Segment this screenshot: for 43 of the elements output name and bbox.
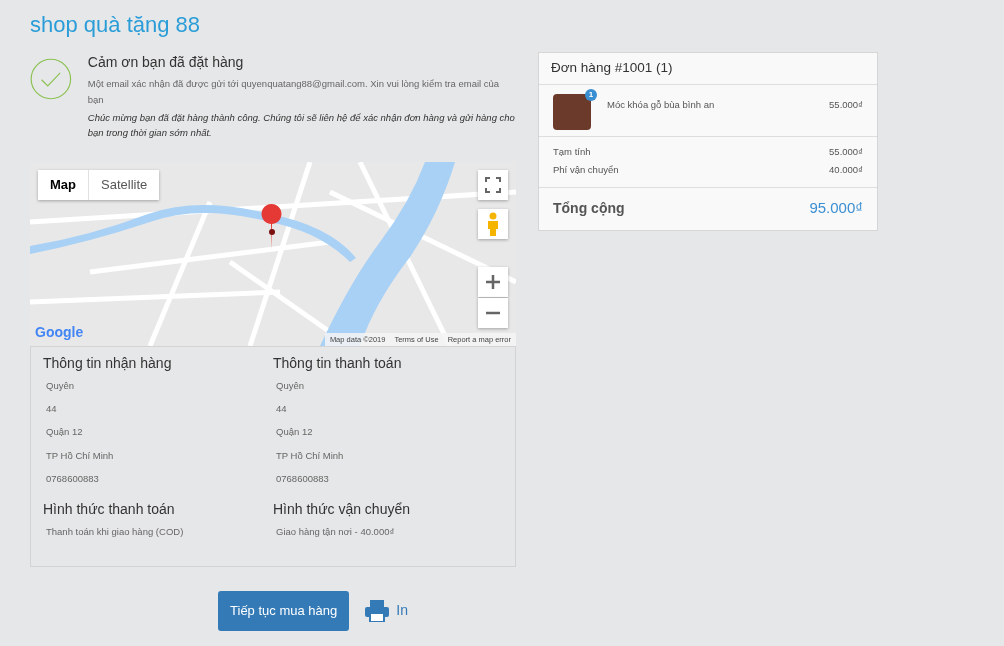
- order-title: Đơn hàng #1001 (1): [539, 53, 877, 85]
- info-text: 0768600883: [45, 471, 100, 486]
- section-heading: Hình thức thanh toán: [43, 501, 176, 518]
- email-confirmation-text: Một email xác nhận đã được gửi tới quyenquatang88@gmail.com. Xin vui lòng kiểm tra email của bạn: [87, 77, 501, 107]
- info-text: Giao hàng tận nơi - 40.000₫: [275, 525, 396, 539]
- info-text: Quyên: [275, 378, 305, 393]
- total-label: Tổng cộng: [553, 198, 625, 218]
- info-text: Quận 12: [45, 425, 84, 440]
- map-type-tab[interactable]: Satellite: [88, 170, 160, 200]
- total-value: 95.000₫: [809, 198, 863, 219]
- section-heading: Thông tin thanh toán: [273, 355, 403, 372]
- zoom-out-button[interactable]: [478, 298, 508, 329]
- info-text: 0768600883: [275, 471, 330, 486]
- info-text: 44: [275, 402, 288, 417]
- product-photo-placeholder: [553, 93, 591, 130]
- plus-icon: [486, 275, 500, 290]
- print-link[interactable]: In: [365, 600, 408, 622]
- subtotal-value: 55.000₫: [829, 144, 863, 159]
- info-text: Thanh toán khi giao hàng (COD): [45, 525, 185, 539]
- product-name: Móc khóa gỗ bùa bình an: [607, 97, 716, 112]
- fullscreen-icon: [485, 177, 501, 194]
- printer-icon: [365, 600, 390, 622]
- map-provider-logo: Google: [35, 323, 84, 343]
- info-text: TP Hồ Chí Minh: [45, 448, 115, 463]
- info-text: Quyên: [45, 378, 75, 393]
- shop-title: shop quà tặng 88: [30, 12, 202, 39]
- section-heading: Thông tin nhận hàng: [43, 355, 173, 372]
- info-text: TP Hồ Chí Minh: [275, 448, 345, 463]
- congratulation-text: Chúc mừng bạn đã đặt hàng thành công. Chúng tôi sẽ liên hệ để xác nhận đơn hàng và gửi hàng cho bạn trong thời gian sớm nhất.: [87, 110, 516, 140]
- continue-shopping-button[interactable]: Tiếp tục mua hàng: [218, 591, 350, 631]
- map-type-tab[interactable]: Map: [38, 170, 88, 200]
- info-text: 44: [45, 402, 58, 417]
- subtotal-label: Tạm tính: [553, 144, 591, 159]
- zoom-in-button[interactable]: [478, 267, 508, 298]
- thank-you-heading: Cảm ơn bạn đã đặt hàng: [87, 53, 245, 73]
- subtotal-value: 40.000₫: [829, 162, 863, 177]
- section-heading: Hình thức vận chuyển: [273, 501, 411, 518]
- quantity-badge: 1: [585, 88, 597, 101]
- subtotal-label: Phí vận chuyển: [553, 162, 619, 177]
- info-text: Quận 12: [275, 425, 314, 440]
- person-icon: [486, 212, 500, 237]
- fullscreen-button[interactable]: [478, 170, 508, 201]
- product-price: 55.000₫: [829, 97, 863, 112]
